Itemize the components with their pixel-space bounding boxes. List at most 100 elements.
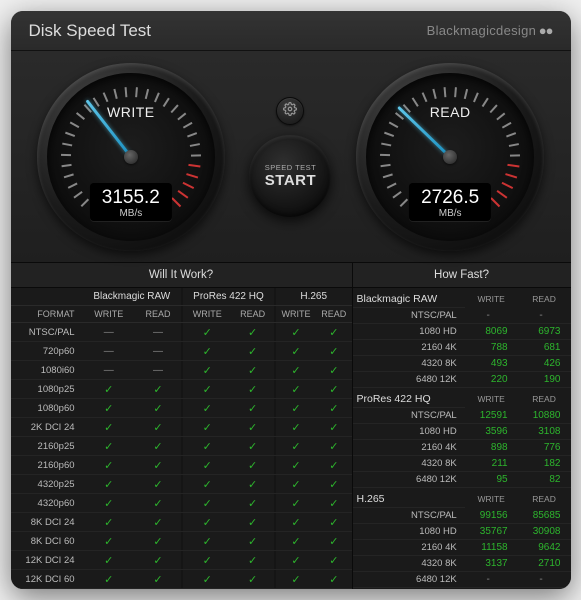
format-label: 2160p60 (11, 456, 83, 475)
check-icon: ✓ (153, 479, 162, 491)
codec-section-header: H.265 WRITE READ (353, 488, 571, 508)
check-icon: ✓ (153, 498, 162, 510)
table-row: 1080 HD3576730908 (353, 524, 571, 540)
write-fps: - (465, 572, 518, 588)
codec-name: ProRes 422 HQ (353, 388, 465, 408)
check-icon: ✓ (329, 574, 338, 586)
write-gauge-label: WRITE (37, 104, 225, 120)
format-label: 2160 4K (353, 440, 465, 456)
read-unit: MB/s (421, 208, 479, 219)
check-icon: ✓ (153, 555, 162, 567)
check-icon: ✓ (291, 460, 300, 472)
table-row: 4320p60 ✓✓ ✓✓ ✓✓ (11, 494, 352, 513)
write-fps: 898 (465, 440, 518, 456)
check-icon: ✓ (329, 536, 338, 548)
table-row: 12K DCI 60 ✓✓ ✓✓ ✓✓ (11, 570, 352, 589)
table-row: 4320 8K31372710 (353, 556, 571, 572)
check-icon: ✓ (203, 517, 212, 529)
check-icon: ✓ (329, 498, 338, 510)
table-row: 8K DCI 60 ✓✓ ✓✓ ✓✓ (11, 532, 352, 551)
check-icon: ✓ (291, 479, 300, 491)
how-fast-table: Blackmagic RAW WRITE READNTSC/PAL--1080 … (353, 288, 571, 588)
check-icon: ✓ (203, 403, 212, 415)
check-icon: ✓ (104, 422, 113, 434)
table-row: 720p60 —— ✓✓ ✓✓ (11, 342, 352, 361)
check-icon: ✓ (104, 403, 113, 415)
check-icon: ✓ (291, 517, 300, 529)
check-icon: ✓ (248, 498, 257, 510)
check-icon: ✓ (248, 346, 257, 358)
write-fps: 493 (465, 356, 518, 372)
table-row: NTSC/PAL-- (353, 308, 571, 324)
check-icon: ✓ (153, 460, 162, 472)
check-icon: ✓ (153, 403, 162, 415)
read-fps: 182 (518, 456, 571, 472)
table-row: NTSC/PAL9915685685 (353, 508, 571, 524)
table-row: 2160 4K111589642 (353, 540, 571, 556)
start-button[interactable]: SPEED TEST START (249, 135, 331, 217)
table-row: 2160p25 ✓✓ ✓✓ ✓✓ (11, 437, 352, 456)
how-fast-title: How Fast? (353, 263, 571, 288)
start-small-label: SPEED TEST (265, 163, 317, 172)
read-fps: 9642 (518, 540, 571, 556)
check-icon: ✓ (248, 460, 257, 472)
codec-section-header: Blackmagic RAW WRITE READ (353, 288, 571, 308)
format-label: 1080p25 (11, 380, 83, 399)
will-it-work-table: Blackmagic RAW ProRes 422 HQ H.265 FORMA… (11, 288, 352, 589)
table-row: NTSC/PAL1259110880 (353, 408, 571, 424)
check-icon: ✓ (248, 536, 257, 548)
check-icon: ✓ (153, 384, 162, 396)
table-row: 12K DCI 24 ✓✓ ✓✓ ✓✓ (11, 551, 352, 570)
read-fps: 681 (518, 340, 571, 356)
settings-button[interactable] (276, 97, 304, 125)
check-icon: ✓ (329, 403, 338, 415)
write-fps: 8069 (465, 324, 518, 340)
window-title: Disk Speed Test (29, 21, 152, 41)
table-row: 6480 12K-- (353, 572, 571, 588)
check-icon: ✓ (203, 384, 212, 396)
check-icon: ✓ (153, 422, 162, 434)
write-fps: 788 (465, 340, 518, 356)
write-fps: - (465, 308, 518, 324)
write-fps: 95 (465, 472, 518, 488)
write-value-box: 3155.2 MB/s (90, 183, 172, 221)
start-big-label: START (265, 172, 316, 189)
table-row: 1080 HD35963108 (353, 424, 571, 440)
check-icon: ✓ (203, 479, 212, 491)
table-row: 2160 4K788681 (353, 340, 571, 356)
check-icon: ✓ (291, 365, 300, 377)
dash-icon: — (104, 346, 114, 357)
write-fps: 3596 (465, 424, 518, 440)
check-icon: ✓ (153, 574, 162, 586)
tables-area: Will It Work? Blackmagic RAW ProRes 422 … (11, 262, 571, 589)
format-label: 4320p60 (11, 494, 83, 513)
read-fps: - (518, 308, 571, 324)
read-fps: 3108 (518, 424, 571, 440)
format-label: NTSC/PAL (353, 308, 465, 324)
format-label: 720p60 (11, 342, 83, 361)
write-gauge: WRITE 3155.2 MB/s (37, 63, 225, 251)
format-label: 4320 8K (353, 356, 465, 372)
check-icon: ✓ (329, 384, 338, 396)
write-value: 3155.2 (102, 187, 160, 209)
table-row: 2160p60 ✓✓ ✓✓ ✓✓ (11, 456, 352, 475)
check-icon: ✓ (248, 517, 257, 529)
format-label: NTSC/PAL (353, 408, 465, 424)
check-icon: ✓ (291, 422, 300, 434)
format-label: NTSC/PAL (11, 323, 83, 342)
check-icon: ✓ (248, 327, 257, 339)
table-row: 1080p25 ✓✓ ✓✓ ✓✓ (11, 380, 352, 399)
format-label: 8K DCI 24 (11, 513, 83, 532)
write-fps: 99156 (465, 508, 518, 524)
check-icon: ✓ (104, 384, 113, 396)
format-label: 4320 8K (353, 456, 465, 472)
write-fps: 3137 (465, 556, 518, 572)
table-row: 4320p25 ✓✓ ✓✓ ✓✓ (11, 475, 352, 494)
format-label: 6480 12K (353, 372, 465, 388)
check-icon: ✓ (329, 460, 338, 472)
check-icon: ✓ (203, 460, 212, 472)
check-icon: ✓ (291, 536, 300, 548)
gear-icon (283, 102, 297, 119)
read-fps: 10880 (518, 408, 571, 424)
check-icon: ✓ (104, 498, 113, 510)
